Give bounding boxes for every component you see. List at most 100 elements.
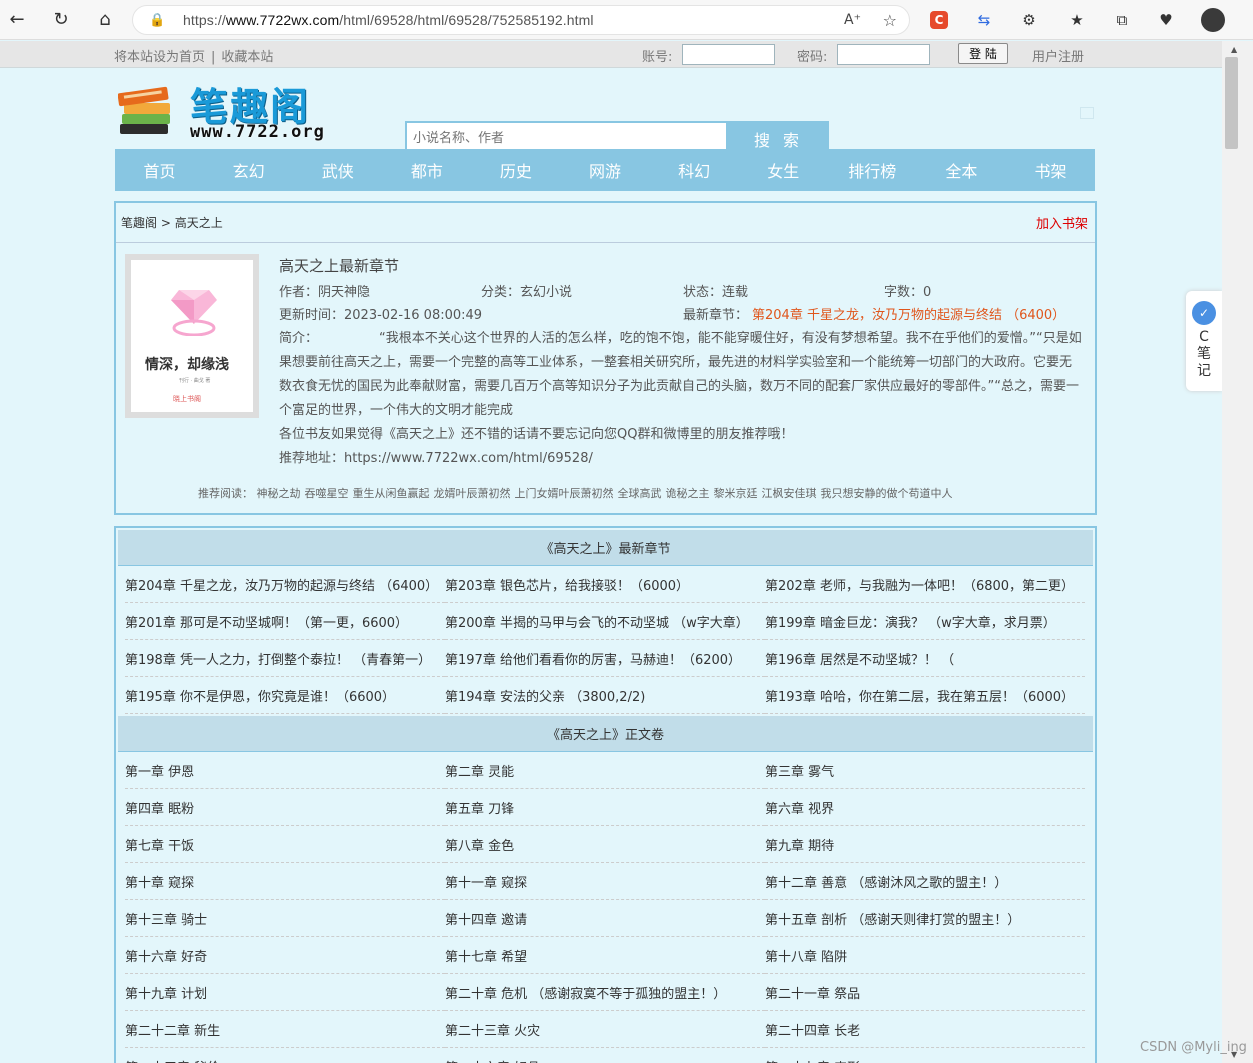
chapter-link[interactable]: 第十二章 善意 （感谢沐风之歌的盟主！） bbox=[765, 863, 1085, 900]
logo-domain: www.7722.org bbox=[190, 122, 325, 142]
login-button[interactable]: 登 陆 bbox=[958, 43, 1008, 64]
set-home-link[interactable]: 将本站设为首页 bbox=[114, 50, 205, 65]
page-scrollbar[interactable]: ▲ ▼ bbox=[1222, 41, 1253, 1063]
scroll-up-icon[interactable]: ▲ bbox=[1231, 45, 1237, 54]
register-link[interactable]: 用户注册 bbox=[1032, 46, 1084, 65]
chapter-link[interactable]: 第193章 哈哈，你在第二层，我在第五层！（6000） bbox=[765, 677, 1085, 714]
chapter-link[interactable]: 第十七章 希望 bbox=[445, 937, 765, 974]
reload-icon[interactable]: ↻ bbox=[46, 5, 76, 35]
chapter-link[interactable]: 第七章 干饭 bbox=[125, 826, 445, 863]
nav-item[interactable]: 玄幻 bbox=[204, 149, 293, 191]
share-text: 各位书友如果觉得《高天之上》还不错的话请不要忘记向您QQ群和微博里的朋友推荐哦！ bbox=[279, 427, 794, 442]
chapter-link[interactable]: 第十三章 骑士 bbox=[125, 900, 445, 937]
chapter-link[interactable]: 第十六章 好奇 bbox=[125, 937, 445, 974]
recommend-item[interactable]: 江枫安佳琪 bbox=[762, 487, 817, 500]
chapter-link[interactable]: 第202章 老师，与我融为一体吧！（6800，第二更） bbox=[765, 566, 1085, 603]
chapter-link[interactable]: 第三章 雾气 bbox=[765, 752, 1085, 789]
chapter-link[interactable]: 第六章 视界 bbox=[765, 789, 1085, 826]
chapter-link[interactable]: 第二十四章 长老 bbox=[765, 1011, 1085, 1048]
recommend-item[interactable]: 神秘之劫 bbox=[257, 487, 301, 500]
favorite-add-icon[interactable]: ☆ bbox=[883, 11, 897, 30]
chapter-link[interactable]: 第十五章 剖析 （感谢天则律打赏的盟主！） bbox=[765, 900, 1085, 937]
chapter-link[interactable]: 第197章 给他们看看你的厉害，马赫迪！（6200） bbox=[445, 640, 765, 677]
breadcrumb: 笔趣阁 > 高天之上 加入书架 bbox=[116, 203, 1095, 243]
main-nav: 首页 玄幻 武侠 都市 历史 网游 科幻 女生 排行榜 全本 书架 bbox=[115, 149, 1095, 191]
lock-icon[interactable]: 🔒 bbox=[149, 13, 165, 28]
password-input[interactable] bbox=[837, 44, 930, 65]
health-icon[interactable]: ♥ bbox=[1155, 9, 1177, 31]
chapter-link[interactable]: 第十章 窥探 bbox=[125, 863, 445, 900]
recommend-item[interactable]: 龙婿叶辰萧初然 bbox=[434, 487, 511, 500]
chapter-link[interactable]: 第五章 刀锋 bbox=[445, 789, 765, 826]
recommend-item[interactable]: 全球高武 bbox=[618, 487, 662, 500]
favorites-icon[interactable]: ★ bbox=[1066, 9, 1088, 31]
recommend-item[interactable]: 我只想安静的做个苟道中人 bbox=[821, 487, 953, 500]
chapter-link[interactable]: 第204章 千星之龙，汝乃万物的起源与终结 （6400） bbox=[125, 566, 445, 603]
nav-item[interactable]: 科幻 bbox=[650, 149, 739, 191]
chapter-link[interactable]: 第二十三章 火灾 bbox=[445, 1011, 765, 1048]
home-icon[interactable]: ⌂ bbox=[90, 5, 120, 35]
recommend-item[interactable]: 上门女婿叶辰萧初然 bbox=[515, 487, 614, 500]
breadcrumb-home[interactable]: 笔趣阁 bbox=[121, 214, 157, 231]
avatar[interactable] bbox=[1201, 8, 1225, 32]
chapter-link[interactable]: 第二十六章 好品 bbox=[445, 1048, 765, 1063]
chapter-link[interactable]: 第199章 暗金巨龙：演我？ （w字大章，求月票） bbox=[765, 603, 1085, 640]
chapter-link[interactable]: 第十九章 计划 bbox=[125, 974, 445, 1011]
chapter-link[interactable]: 第二章 灵能 bbox=[445, 752, 765, 789]
chapter-link[interactable]: 第一章 伊恩 bbox=[125, 752, 445, 789]
extension-c-icon[interactable]: C bbox=[930, 11, 948, 29]
add-to-shelf-link[interactable]: 加入书架 bbox=[1036, 213, 1088, 232]
nav-item[interactable]: 都市 bbox=[382, 149, 471, 191]
nav-item[interactable]: 历史 bbox=[471, 149, 560, 191]
account-input[interactable] bbox=[682, 44, 775, 65]
diamond-ring-icon bbox=[171, 290, 217, 336]
chapter-link[interactable]: 第198章 凭一人之力，打倒整个泰拉！ （青春第一） bbox=[125, 640, 445, 677]
main-section-title: 《高天之上》正文卷 bbox=[118, 716, 1093, 752]
nav-item[interactable]: 全本 bbox=[917, 149, 1006, 191]
chapter-link[interactable]: 第二十五章 秘伦 bbox=[125, 1048, 445, 1063]
nav-item[interactable]: 女生 bbox=[739, 149, 828, 191]
chapter-link[interactable]: 第四章 眠粉 bbox=[125, 789, 445, 826]
book-cover[interactable]: 情深，却缘浅 刊行 · 曲戈 著 晓上书阁 bbox=[125, 254, 259, 418]
chapter-link[interactable]: 第201章 那可是不动坚城啊！（第一更，6600） bbox=[125, 603, 445, 640]
breadcrumb-current[interactable]: 高天之上 bbox=[175, 214, 223, 231]
chapter-link[interactable]: 第二十章 危机 （感谢寂寞不等于孤独的盟主！） bbox=[445, 974, 765, 1011]
chapter-link[interactable]: 第二十二章 新生 bbox=[125, 1011, 445, 1048]
read-aloud-icon[interactable]: A⁺ bbox=[844, 12, 861, 28]
collections-icon[interactable]: ⧉ bbox=[1111, 9, 1133, 31]
recommend-item[interactable]: 吞噬星空 bbox=[305, 487, 349, 500]
url-text[interactable]: https://www.7722wx.com/html/69528/html/6… bbox=[183, 12, 594, 28]
chapter-link[interactable]: 第二十七章 丧形 bbox=[765, 1048, 1085, 1063]
chapter-link[interactable]: 第十一章 窥探 bbox=[445, 863, 765, 900]
chapter-link[interactable]: 第203章 银色芯片，给我接驳！（6000） bbox=[445, 566, 765, 603]
nav-item[interactable]: 首页 bbox=[115, 149, 204, 191]
nav-item[interactable]: 书架 bbox=[1006, 149, 1095, 191]
chapter-link[interactable]: 第九章 期待 bbox=[765, 826, 1085, 863]
chapter-link[interactable]: 第十八章 陷阱 bbox=[765, 937, 1085, 974]
c-notes-tool[interactable]: ✓ C笔记 bbox=[1186, 291, 1222, 391]
recommend-item[interactable]: 诡秘之主 bbox=[666, 487, 710, 500]
address-bar[interactable]: 🔒 https://www.7722wx.com/html/69528/html… bbox=[132, 5, 910, 35]
nav-item[interactable]: 排行榜 bbox=[828, 149, 917, 191]
recommend-item[interactable]: 重生从闲鱼赢起 bbox=[353, 487, 430, 500]
sync-icon[interactable]: ⇆ bbox=[973, 9, 995, 31]
book-intro: 简介： “我根本不关心这个世界的人活的怎么样，吃的饱不饱，能不能穿暖住好，有没有… bbox=[279, 327, 1084, 423]
recommend-item[interactable]: 黎米京廷 bbox=[714, 487, 758, 500]
cover-title: 情深，却缘浅 bbox=[145, 357, 229, 373]
site-logo[interactable]: 笔趣阁 www.7722.org bbox=[118, 76, 340, 144]
nav-item[interactable]: 武侠 bbox=[293, 149, 382, 191]
chapter-link[interactable]: 第194章 安法的父亲 （3800,2/2) bbox=[445, 677, 765, 714]
chapter-link[interactable]: 第八章 金色 bbox=[445, 826, 765, 863]
nav-item[interactable]: 网游 bbox=[560, 149, 649, 191]
chapter-link[interactable]: 第十四章 邀请 bbox=[445, 900, 765, 937]
chapter-link[interactable]: 第200章 半揭的马甲与会飞的不动坚城 （w字大章） bbox=[445, 603, 765, 640]
back-icon[interactable]: ← bbox=[2, 5, 32, 35]
puzzle-icon[interactable]: ⚙ bbox=[1018, 9, 1040, 31]
bookmark-link[interactable]: 收藏本站 bbox=[221, 50, 273, 65]
chapter-link[interactable]: 第二十一章 祭品 bbox=[765, 974, 1085, 1011]
latest-chapter-link[interactable]: 第204章 千星之龙，汝乃万物的起源与终结 （6400） bbox=[752, 304, 1065, 323]
chapter-link[interactable]: 第195章 你不是伊恩，你究竟是谁！（6600） bbox=[125, 677, 445, 714]
chapter-link[interactable]: 第196章 居然是不动坚城？！ （ bbox=[765, 640, 1085, 677]
scroll-thumb[interactable] bbox=[1225, 57, 1238, 149]
browser-toolbar: ← ↻ ⌂ 🔒 https://www.7722wx.com/html/6952… bbox=[0, 0, 1253, 40]
